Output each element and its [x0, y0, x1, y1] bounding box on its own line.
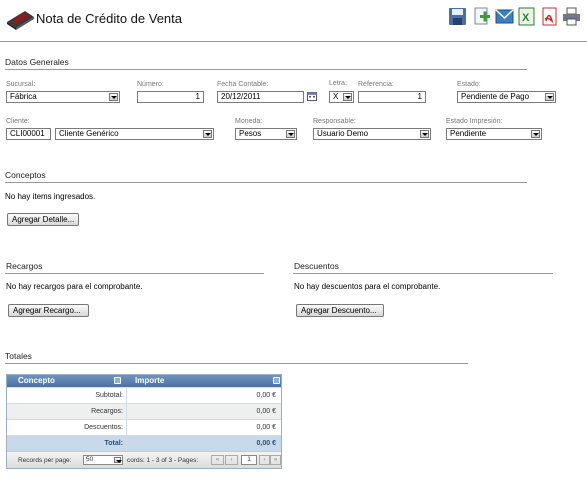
page-title: Nota de Crédito de Venta — [36, 11, 182, 26]
responsable-label: Responsable: — [313, 118, 356, 125]
numero-value: 1 — [195, 92, 200, 101]
sort-icon[interactable] — [273, 377, 280, 384]
sucursal-label: Sucursal: — [6, 81, 36, 88]
section-divider — [5, 182, 527, 183]
cliente-name-value: Cliente Genérico — [59, 129, 119, 138]
chevron-down-icon[interactable] — [545, 93, 554, 101]
numero-label: Número: — [137, 81, 164, 88]
row-concepto: Subtotal: — [95, 392, 123, 399]
agregar-descuento-button[interactable]: Agregar Descuento... — [296, 304, 384, 317]
conceptos-empty-message: No hay items ingresados. — [5, 192, 96, 201]
referencia-input[interactable]: 1 — [358, 91, 426, 103]
letra-value: X — [333, 92, 339, 101]
first-page-icon[interactable]: « — [211, 455, 224, 465]
chevron-down-icon[interactable] — [109, 93, 118, 101]
responsable-select[interactable]: Usuario Demo — [313, 128, 431, 140]
svg-text:X: X — [522, 12, 530, 24]
chevron-down-icon[interactable] — [420, 130, 429, 138]
table-row: Subtotal: 0,00 € — [7, 387, 281, 403]
per-page-label: Records per page: — [18, 457, 72, 464]
sort-icon[interactable] — [114, 377, 121, 384]
row-importe: 0,00 € — [256, 408, 276, 415]
section-title-totales: Totales — [5, 351, 32, 361]
moneda-label: Moneda: — [235, 118, 263, 125]
section-title-descuentos: Descuentos — [294, 261, 339, 271]
section-divider — [5, 273, 264, 274]
fecha-contable-input[interactable]: 20/12/2011 — [217, 91, 304, 103]
section-title-conceptos: Conceptos — [5, 170, 46, 180]
section-divider — [5, 69, 527, 70]
table-row: Recargos: 0,00 € — [7, 403, 281, 419]
row-concepto: Recargos: — [91, 408, 123, 415]
print-icon[interactable] — [562, 7, 581, 26]
agregar-recargo-button[interactable]: Agregar Recargo... — [8, 304, 89, 317]
fecha-contable-label: Fecha Contable: — [217, 81, 269, 88]
referencia-value: 1 — [417, 92, 422, 101]
app-logo-icon — [5, 7, 35, 31]
numero-input[interactable]: 1 — [137, 91, 204, 103]
chevron-down-icon[interactable] — [114, 457, 122, 463]
next-page-icon[interactable]: › — [259, 455, 270, 465]
moneda-value: Pesos — [239, 129, 262, 138]
cliente-name-select[interactable]: Cliente Genérico — [55, 128, 214, 140]
recargos-empty-message: No hay recargos para el comprobante. — [6, 282, 143, 291]
per-page-select[interactable]: 50 — [83, 455, 123, 465]
letra-label: Letra: — [329, 80, 347, 87]
cliente-code-input[interactable]: CLI00001 — [6, 128, 51, 140]
moneda-select[interactable]: Pesos — [235, 128, 297, 140]
row-concepto: Descuentos: — [84, 424, 123, 431]
table-header: Concepto Importe — [7, 375, 281, 387]
last-page-icon[interactable]: » — [270, 455, 281, 465]
header-divider — [0, 41, 587, 42]
fecha-contable-value: 20/12/2011 — [221, 92, 261, 101]
cliente-code-value: CLI00001 — [10, 129, 45, 138]
column-header-concepto[interactable]: Concepto — [18, 375, 55, 387]
chevron-down-icon[interactable] — [531, 130, 540, 138]
pdf-icon[interactable] — [540, 7, 559, 26]
add-document-icon[interactable] — [472, 7, 491, 26]
table-row: Descuentos: 0,00 € — [7, 419, 281, 435]
records-info: cords: 1 - 3 of 3 - Pages: — [127, 457, 199, 464]
referencia-label: Referencia: — [358, 81, 394, 88]
row-importe: 0,00 € — [256, 440, 276, 447]
section-title-datos-generales: Datos Generales — [5, 57, 69, 67]
responsable-value: Usuario Demo — [317, 129, 369, 138]
agregar-detalle-button[interactable]: Agregar Detalle... — [7, 213, 79, 226]
estado-impresion-label: Estado Impresión: — [446, 118, 503, 125]
prev-page-icon[interactable]: ‹ — [225, 455, 238, 465]
estado-impresion-select[interactable]: Pendiente — [446, 128, 542, 140]
estado-label: Estado: — [457, 81, 481, 88]
totales-table: Concepto Importe Subtotal: 0,00 € Recarg… — [6, 374, 282, 469]
estado-impresion-value: Pendiente — [450, 129, 487, 138]
row-importe: 0,00 € — [256, 424, 276, 431]
section-divider — [5, 363, 468, 364]
chevron-down-icon[interactable] — [203, 130, 212, 138]
descuentos-empty-message: No hay descuentos para el comprobante. — [294, 282, 441, 291]
section-divider — [293, 273, 553, 274]
pager: Records per page: 50 cords: 1 - 3 of 3 -… — [7, 451, 281, 468]
current-page[interactable]: 1 — [241, 455, 257, 465]
row-importe: 0,00 € — [256, 392, 276, 399]
email-icon[interactable] — [495, 7, 514, 26]
chevron-down-icon[interactable] — [343, 93, 352, 101]
save-icon[interactable] — [448, 7, 467, 26]
calendar-icon[interactable] — [307, 91, 317, 101]
estado-value: Pendiente de Pago — [461, 92, 530, 101]
chevron-down-icon[interactable] — [286, 130, 295, 138]
excel-icon[interactable]: X — [517, 7, 536, 26]
per-page-value: 50 — [86, 456, 94, 463]
sucursal-value: Fábrica — [10, 92, 37, 101]
column-header-importe[interactable]: Importe — [135, 375, 164, 387]
sucursal-select[interactable]: Fábrica — [6, 91, 120, 103]
cliente-label: Cliente: — [6, 118, 30, 125]
estado-select[interactable]: Pendiente de Pago — [457, 91, 556, 103]
row-concepto: Total: — [104, 440, 123, 447]
section-title-recargos: Recargos — [6, 261, 43, 271]
table-row-total: Total: 0,00 € — [7, 435, 281, 451]
letra-select[interactable]: X — [329, 91, 354, 103]
